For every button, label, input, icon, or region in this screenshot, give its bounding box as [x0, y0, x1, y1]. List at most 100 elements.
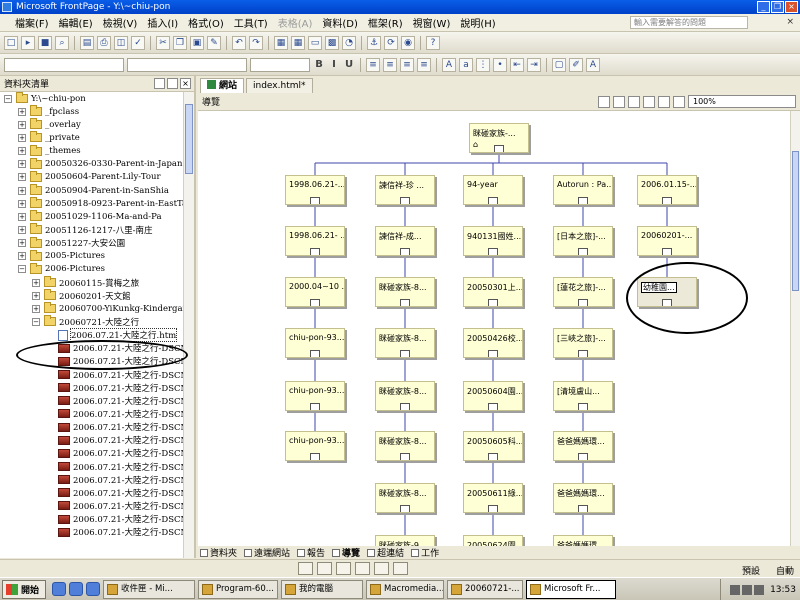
increase-font-icon[interactable]: A: [442, 57, 456, 72]
close-button[interactable]: ×: [785, 1, 798, 13]
nav-node-page[interactable]: 諫信祥-成...: [375, 226, 435, 256]
folder-item[interactable]: +20060700-YiKunkg-Kindergarten-i: [0, 302, 194, 315]
increase-indent-icon[interactable]: ⇥: [527, 57, 541, 72]
publish-icon[interactable]: ▤: [80, 35, 94, 50]
format-painter-icon[interactable]: ✎: [207, 35, 221, 50]
nav-node-page[interactable]: 20060201-...: [637, 226, 697, 256]
help-icon[interactable]: ?: [426, 35, 440, 50]
expand-icon[interactable]: +: [32, 278, 40, 287]
collapse-icon[interactable]: −: [32, 317, 40, 326]
file-item[interactable]: 2006.07.21-大陸之行.htm: [0, 328, 194, 343]
collapse-subtree-icon[interactable]: [578, 350, 588, 357]
nav-node-page[interactable]: 1998.06.21- ...: [285, 226, 345, 256]
nav-node-page[interactable]: chiu-pon-93...: [285, 381, 345, 411]
collapse-subtree-icon[interactable]: [578, 197, 588, 204]
nav-node-page[interactable]: Autorun : Pa...: [553, 175, 613, 205]
file-item[interactable]: 2006.07.21-大陸之行-DSCN40: [0, 499, 194, 512]
file-item[interactable]: 2006.07.21-大陸之行-DSCN40: [0, 486, 194, 499]
folder-item[interactable]: + _overlay: [0, 118, 194, 131]
expand-icon[interactable]: +: [18, 173, 26, 182]
print-icon[interactable]: ⎙: [97, 35, 111, 50]
antivirus-icon[interactable]: [730, 584, 741, 595]
navigation-canvas[interactable]: 眯碰家族-... ⌂ 1998.06.21-... 1998.06.21- ... 20…: [198, 111, 790, 546]
code-view-icon[interactable]: [336, 562, 351, 575]
underline-icon[interactable]: U: [343, 59, 355, 70]
ie-icon[interactable]: [52, 582, 66, 596]
folder-item[interactable]: − 2006-Pictures: [0, 262, 194, 276]
taskbar-item[interactable]: 收件匣 - Mi...: [103, 579, 195, 599]
view-subtree-icon[interactable]: [628, 95, 640, 108]
folder-item[interactable]: +20060115-賞梅之旅: [0, 276, 194, 289]
file-item[interactable]: 2006.07.21-大陸之行-DSCN40: [0, 381, 194, 394]
nav-node-page[interactable]: 眯碰家族-8...: [375, 431, 435, 461]
folder-item[interactable]: +20050604-Parent-Lily-Tour: [0, 170, 194, 184]
collapse-subtree-icon[interactable]: [488, 197, 498, 204]
file-item[interactable]: 2006.07.21-大陸之行-DSCN40: [0, 447, 194, 460]
expand-icon[interactable]: +: [18, 239, 26, 248]
folder-item[interactable]: + _private: [0, 131, 194, 144]
volume-icon[interactable]: [754, 584, 765, 595]
nav-node-page[interactable]: 眯碰家族-9...: [375, 535, 435, 546]
view-tab-4[interactable]: 超連結: [367, 546, 404, 559]
menu-item-2[interactable]: 檢視(V): [98, 15, 143, 30]
nav-node-page[interactable]: 20050604園...: [463, 381, 523, 411]
expand-icon[interactable]: +: [18, 225, 26, 234]
collapse-subtree-icon[interactable]: [310, 350, 320, 357]
ask-question-input[interactable]: 輸入需要解答的問題: [630, 16, 748, 29]
file-item[interactable]: 2006.07.21-大陸之行-DSCN40: [0, 342, 194, 355]
collapse-subtree-icon[interactable]: [400, 299, 410, 306]
nav-node-page[interactable]: 2000.04~10 ...: [285, 277, 345, 307]
font-color-icon[interactable]: A: [586, 57, 600, 72]
close-document-icon[interactable]: ×: [786, 17, 794, 27]
collapse-subtree-icon[interactable]: [494, 145, 504, 152]
collapse-icon[interactable]: −: [4, 94, 12, 103]
align-left-icon[interactable]: ≡: [366, 57, 380, 72]
nav-node-page[interactable]: [三峽之旅]-...: [553, 328, 613, 358]
nav-node-page[interactable]: 20050301上...: [463, 277, 523, 307]
collapse-subtree-icon[interactable]: [400, 453, 410, 460]
collapse-icon[interactable]: −: [18, 265, 26, 274]
file-item[interactable]: 2006.07.21-大陸之行-DSCN40: [0, 355, 194, 368]
menu-item-1[interactable]: 編輯(E): [54, 15, 98, 30]
collapse-subtree-icon[interactable]: [488, 403, 498, 410]
task-icon[interactable]: [393, 562, 408, 575]
cut-icon[interactable]: ✂: [156, 35, 170, 50]
network-icon[interactable]: [742, 584, 753, 595]
zoom-icon[interactable]: [673, 95, 685, 108]
collapse-subtree-icon[interactable]: [488, 453, 498, 460]
collapse-subtree-icon[interactable]: [400, 248, 410, 255]
scrollbar-thumb[interactable]: [792, 151, 799, 291]
collapse-subtree-icon[interactable]: [310, 197, 320, 204]
nav-node-page[interactable]: 諫信祥-珍 ...: [375, 175, 435, 205]
menu-item-0[interactable]: 檔案(F): [10, 15, 54, 30]
expand-icon[interactable]: +: [18, 212, 26, 221]
file-item[interactable]: 2006.07.21-大陸之行-DSCN40: [0, 407, 194, 420]
collapse-subtree-icon[interactable]: [310, 453, 320, 460]
file-item[interactable]: 2006.07.21-大陸之行-DSCN40: [0, 526, 194, 539]
collapse-subtree-icon[interactable]: [488, 299, 498, 306]
nav-node-page[interactable]: [蓮花之旅]-...: [553, 277, 613, 307]
tab-website[interactable]: 網站: [200, 78, 245, 93]
preview-icon[interactable]: ◫: [114, 35, 128, 50]
collapse-subtree-icon[interactable]: [488, 505, 498, 512]
collapse-subtree-icon[interactable]: [310, 248, 320, 255]
folder-item[interactable]: − Y:\~chiu-pon: [0, 92, 194, 105]
tab-index-html[interactable]: index.html*: [246, 78, 313, 93]
collapse-subtree-icon[interactable]: [488, 248, 498, 255]
expand-icon[interactable]: +: [18, 186, 26, 195]
folder-item[interactable]: +20051227-大安公園: [0, 236, 194, 250]
align-center-icon[interactable]: ≡: [383, 57, 397, 72]
collapse-subtree-icon[interactable]: [578, 505, 588, 512]
nav-node-page[interactable]: chiu-pon-93...: [285, 328, 345, 358]
bold-icon[interactable]: B: [313, 59, 325, 70]
folder-item[interactable]: +20060201-天文館: [0, 289, 194, 302]
collapse-subtree-icon[interactable]: [662, 299, 672, 306]
bullets-icon[interactable]: •: [493, 57, 507, 72]
decrease-indent-icon[interactable]: ⇤: [510, 57, 524, 72]
collapse-subtree-icon[interactable]: [310, 403, 320, 410]
nav-node-page[interactable]: 94-year: [463, 175, 523, 205]
view-tab-1[interactable]: 遠端網站: [244, 546, 290, 559]
expand-icon[interactable]: +: [18, 147, 26, 156]
taskbar-item[interactable]: 20060721-...: [447, 579, 523, 599]
nav-node-page[interactable]: [日本之旅]-...: [553, 226, 613, 256]
